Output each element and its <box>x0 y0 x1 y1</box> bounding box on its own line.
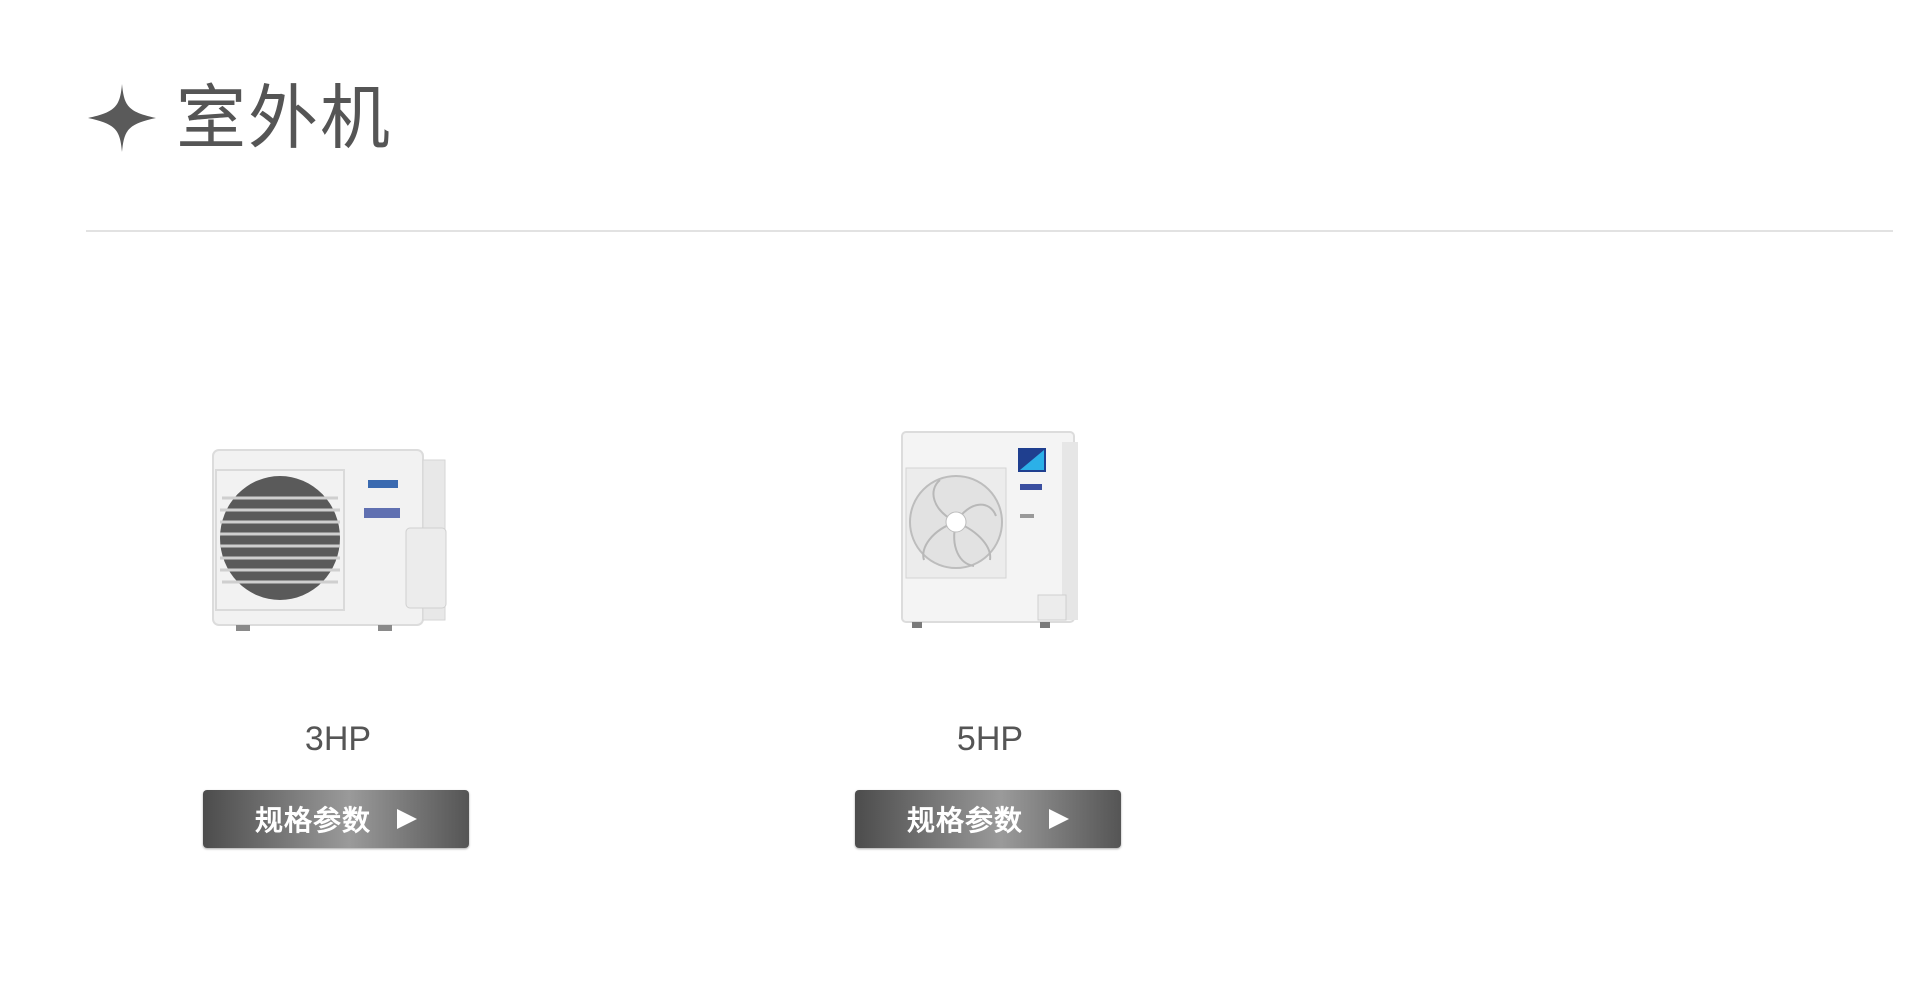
section-header: 室外机 <box>86 82 392 154</box>
specifications-button[interactable]: 规格参数 <box>203 790 469 848</box>
product-card: 5HP 规格参数 <box>840 420 1140 848</box>
play-arrow-icon <box>397 809 417 829</box>
outdoor-unit-3hp-image <box>188 420 488 660</box>
product-model-label: 3HP <box>304 720 372 758</box>
page: 室外机 3HP 规格参数 5HP 规格参数 <box>0 0 1920 998</box>
specifications-button-label: 规格参数 <box>906 804 1023 837</box>
section-title: 室外机 <box>176 77 392 159</box>
specifications-button-label: 规格参数 <box>254 804 371 837</box>
section-divider <box>86 230 1893 232</box>
product-model-label: 5HP <box>956 720 1024 758</box>
specifications-button[interactable]: 规格参数 <box>855 790 1121 848</box>
play-arrow-icon <box>1049 809 1069 829</box>
outdoor-unit-5hp-image <box>840 420 1140 660</box>
product-card: 3HP 规格参数 <box>188 420 488 848</box>
four-point-star-icon <box>88 84 156 152</box>
